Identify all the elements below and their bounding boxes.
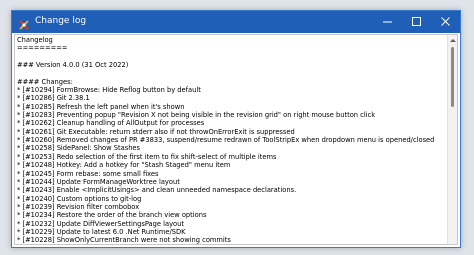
changelog-line: #### Changes: bbox=[17, 77, 73, 86]
changelog-text-area[interactable]: Changelog ========= ### Version 4.0.0 (31 … bbox=[14, 34, 458, 245]
changelog-line bbox=[17, 69, 445, 77]
title-bar[interactable]: Change log bbox=[12, 11, 460, 33]
close-icon bbox=[441, 17, 450, 26]
changelog-line: * [#10258] SidePanel: Show Stashes bbox=[17, 144, 141, 153]
changelog-line: Changelog bbox=[17, 36, 53, 44]
changelog-line: * [#10248] Hotkey: Add a hotkey for "Sta… bbox=[17, 161, 231, 170]
changelog-line: * [#10234] Restore the order of the bran… bbox=[17, 211, 207, 220]
changelog-line: * [#10286] Git 2.38.1 bbox=[17, 94, 90, 103]
changelog-line: ### Version 4.0.0 (31 Oct 2022) bbox=[17, 61, 129, 70]
change-log-window: Change log Changelog ========= ### Version… bbox=[11, 10, 461, 248]
changelog-line: * [#10261] Git Executable: return stderr… bbox=[17, 127, 295, 136]
scrollbar-thumb[interactable] bbox=[451, 47, 454, 107]
changelog-text: Changelog ========= ### Version 4.0.0 (31 … bbox=[15, 35, 447, 244]
changelog-line: ========= bbox=[17, 44, 68, 53]
changelog-line: * [#10232] Update DiffViewerSettingsPage… bbox=[17, 219, 184, 228]
changelog-line: * [#10228] ShowOnlyCurrentBranch were no… bbox=[17, 236, 231, 244]
changelog-line: * [#10260] Removed changes of PR #3833, … bbox=[17, 136, 435, 145]
changelog-line: * [#10294] FormBrowse: Hide Reflog butto… bbox=[17, 86, 201, 95]
git-extensions-icon bbox=[18, 16, 30, 30]
changelog-line: * [#10262] Cleanup handling of AllOutput… bbox=[17, 119, 205, 128]
changelog-line: * [#10243] Enable <ImplicitUsings> and c… bbox=[17, 186, 297, 195]
close-button[interactable] bbox=[431, 11, 460, 33]
changelog-line bbox=[17, 53, 445, 61]
minimize-icon bbox=[383, 21, 392, 23]
changelog-line: * [#10244] Update FormManageWorktree lay… bbox=[17, 177, 180, 186]
maximize-button[interactable] bbox=[402, 11, 431, 33]
changelog-line: * [#10229] Update to latest 6.0 .Net Run… bbox=[17, 227, 186, 236]
window-title: Change log bbox=[35, 16, 87, 26]
changelog-line: * [#10253] Redo selection of the first i… bbox=[17, 152, 277, 161]
changelog-line: * [#10283] Preventing popup "Revision X … bbox=[17, 111, 376, 120]
changelog-line: * [#10239] Revision filter combobox bbox=[17, 202, 140, 211]
maximize-icon bbox=[412, 17, 421, 26]
changelog-line: * [#10285] Refresh the left panel when i… bbox=[17, 102, 185, 111]
vertical-scrollbar[interactable] bbox=[447, 35, 457, 244]
minimize-button[interactable] bbox=[373, 11, 402, 33]
changelog-line: * [#10245] Form rebase: some small fixes bbox=[17, 169, 159, 178]
scroll-up-arrow-icon[interactable] bbox=[450, 38, 456, 43]
changelog-line: * [#10240] Custom options to git-log bbox=[17, 194, 142, 203]
